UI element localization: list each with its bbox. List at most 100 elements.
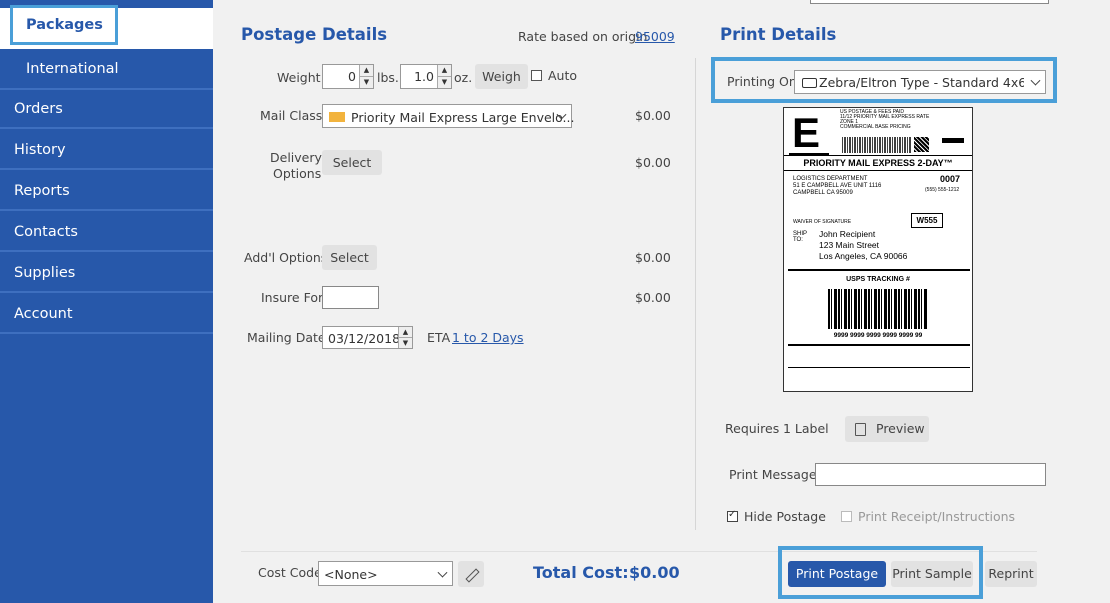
mail-class-label: Mail Class xyxy=(260,108,323,123)
from-line: CAMPBELL CA 95009 xyxy=(793,190,853,196)
lbs-value: 0 xyxy=(348,69,356,84)
ship-to-city: Los Angeles, CA 90066 xyxy=(819,251,908,261)
mailing-date-value: 03/12/2018 xyxy=(328,331,401,346)
sidebar-item-orders[interactable]: Orders xyxy=(0,90,213,129)
from-code: 0007 xyxy=(940,174,961,184)
eta-label: ETA xyxy=(427,330,451,345)
pencil-icon xyxy=(465,568,480,583)
delivery-options-button[interactable]: Select xyxy=(322,150,382,175)
delivery-options-label-2: Options xyxy=(273,166,322,181)
sidebar-item-international[interactable]: International xyxy=(0,49,213,90)
tracking-title: USPS TRACKING # xyxy=(846,276,910,283)
route-code-box: W555 xyxy=(911,213,943,228)
preview-button[interactable]: Preview xyxy=(845,416,929,442)
magnifier-icon xyxy=(855,423,866,436)
hide-postage-label: Hide Postage xyxy=(744,509,826,524)
sidebar-item-contacts[interactable]: Contacts xyxy=(0,213,213,252)
print-details-title: Print Details xyxy=(720,25,837,44)
printing-on-value: Zebra/Eltron Type - Standard 4x6 label xyxy=(819,75,1024,90)
requires-value: 1 Label xyxy=(783,421,829,436)
label-preview: E US POSTAGE & FEES PAID 11/12 PRIORITY … xyxy=(783,107,973,392)
label-indicia-line: COMMERCIAL BASE PRICING xyxy=(840,124,911,130)
envelope-icon xyxy=(329,112,345,122)
print-message-label: Print Message xyxy=(729,467,817,482)
ship-to-label: TO: xyxy=(793,237,803,243)
print-postage-button[interactable]: Print Postage xyxy=(788,561,886,587)
sidebar-item-supplies[interactable]: Supplies xyxy=(0,254,213,293)
rate-origin-label: Rate based on origin xyxy=(518,29,648,44)
stepper-up-icon[interactable]: ▲ xyxy=(359,65,373,77)
sidebar-item-reports[interactable]: Reports xyxy=(0,172,213,211)
delivery-options-price: $0.00 xyxy=(635,155,671,170)
preview-label: Preview xyxy=(876,421,925,436)
label-rule xyxy=(784,155,972,156)
mail-class-select[interactable]: Priority Mail Express Large Envelo... xyxy=(322,104,575,128)
reprint-button[interactable]: Reprint xyxy=(985,561,1037,587)
from-line: LOGISTICS DEPARTMENT xyxy=(793,176,868,182)
edit-cost-code-button[interactable] xyxy=(458,561,484,587)
delivery-options-label-1: Delivery xyxy=(270,150,322,165)
stepper-down-icon[interactable]: ▼ xyxy=(398,338,412,348)
hide-postage-checkbox[interactable]: ✓ xyxy=(727,509,738,522)
sidebar-item-history[interactable]: History xyxy=(0,131,213,170)
requires-label: Requires xyxy=(725,421,780,436)
eta-link[interactable]: 1 to 2 Days xyxy=(452,330,524,345)
oz-value: 1.0 xyxy=(414,69,434,84)
cropped-field xyxy=(810,0,1049,4)
print-sample-button[interactable]: Print Sample xyxy=(891,561,973,587)
from-line: 51 E CAMPBELL AVE UNIT 1116 xyxy=(793,183,882,189)
mail-class-price: $0.00 xyxy=(635,108,671,123)
addl-options-button[interactable]: Select xyxy=(322,245,377,270)
insure-for-label: Insure For xyxy=(261,290,324,305)
total-cost-value: $0.00 xyxy=(629,563,680,582)
chevron-down-icon xyxy=(437,567,448,578)
lbs-stepper[interactable]: 0 ▲ ▼ xyxy=(322,64,374,89)
from-phone: (555) 555-1212 xyxy=(925,187,960,193)
insure-for-price: $0.00 xyxy=(635,290,671,305)
weigh-button[interactable]: Weigh xyxy=(475,64,528,89)
label-rule xyxy=(784,170,972,171)
label-rule xyxy=(788,269,970,271)
ship-to-street: 123 Main Street xyxy=(819,240,880,250)
cost-code-value: <None> xyxy=(324,567,378,582)
sidebar-item-label: Packages xyxy=(10,5,118,45)
insure-for-input[interactable] xyxy=(322,286,379,309)
column-divider xyxy=(695,58,696,530)
stepper-down-icon[interactable]: ▼ xyxy=(437,77,451,88)
label-rule xyxy=(788,367,970,368)
label-rule xyxy=(788,344,970,346)
mailing-date-input[interactable]: 03/12/2018 ▲ ▼ xyxy=(322,326,413,349)
stepper-up-icon[interactable]: ▲ xyxy=(398,327,412,338)
chevron-down-icon xyxy=(1030,75,1041,86)
waiver-label: WAIVER OF SIGNATURE xyxy=(793,219,852,225)
mail-class-value: Priority Mail Express Large Envelo... xyxy=(351,110,575,125)
auto-label: Auto xyxy=(548,68,578,83)
addl-options-price: $0.00 xyxy=(635,250,671,265)
ship-to-name: John Recipient xyxy=(819,229,876,239)
print-message-input[interactable] xyxy=(815,463,1046,486)
oz-stepper[interactable]: 1.0 ▲ ▼ xyxy=(400,64,452,89)
label-service-name: PRIORITY MAIL EXPRESS 2-DAY™ xyxy=(803,158,953,168)
indicia-barcode xyxy=(842,137,912,153)
tracking-number: 9999 9999 9999 9999 9999 99 xyxy=(833,332,923,339)
sidebar-item-packages[interactable]: Packages xyxy=(0,5,213,49)
total-cost-label: Total Cost: xyxy=(533,563,629,582)
stepper-up-icon[interactable]: ▲ xyxy=(437,65,451,77)
cost-code-select[interactable]: <None> xyxy=(318,561,453,586)
stepper-down-icon[interactable]: ▼ xyxy=(359,77,373,88)
auto-checkbox[interactable] xyxy=(531,70,542,81)
postage-details-title: Postage Details xyxy=(241,25,388,44)
sidebar: Packages International Orders History Re… xyxy=(0,0,213,603)
origin-zip-link[interactable]: 95009 xyxy=(635,29,675,44)
sidebar-item-account[interactable]: Account xyxy=(0,295,213,334)
lbs-unit: lbs. xyxy=(377,70,399,85)
cost-code-label: Cost Code xyxy=(258,565,322,580)
printing-on-label: Printing On xyxy=(727,74,797,89)
label-service-letter: E xyxy=(792,109,821,156)
label-printer-icon xyxy=(802,78,817,88)
printing-on-select[interactable]: Zebra/Eltron Type - Standard 4x6 label xyxy=(794,70,1046,94)
tracking-barcode xyxy=(828,289,928,329)
print-receipt-checkbox[interactable] xyxy=(841,511,852,522)
checkmark-icon: ✓ xyxy=(728,509,737,520)
print-receipt-label: Print Receipt/Instructions xyxy=(858,509,1016,524)
